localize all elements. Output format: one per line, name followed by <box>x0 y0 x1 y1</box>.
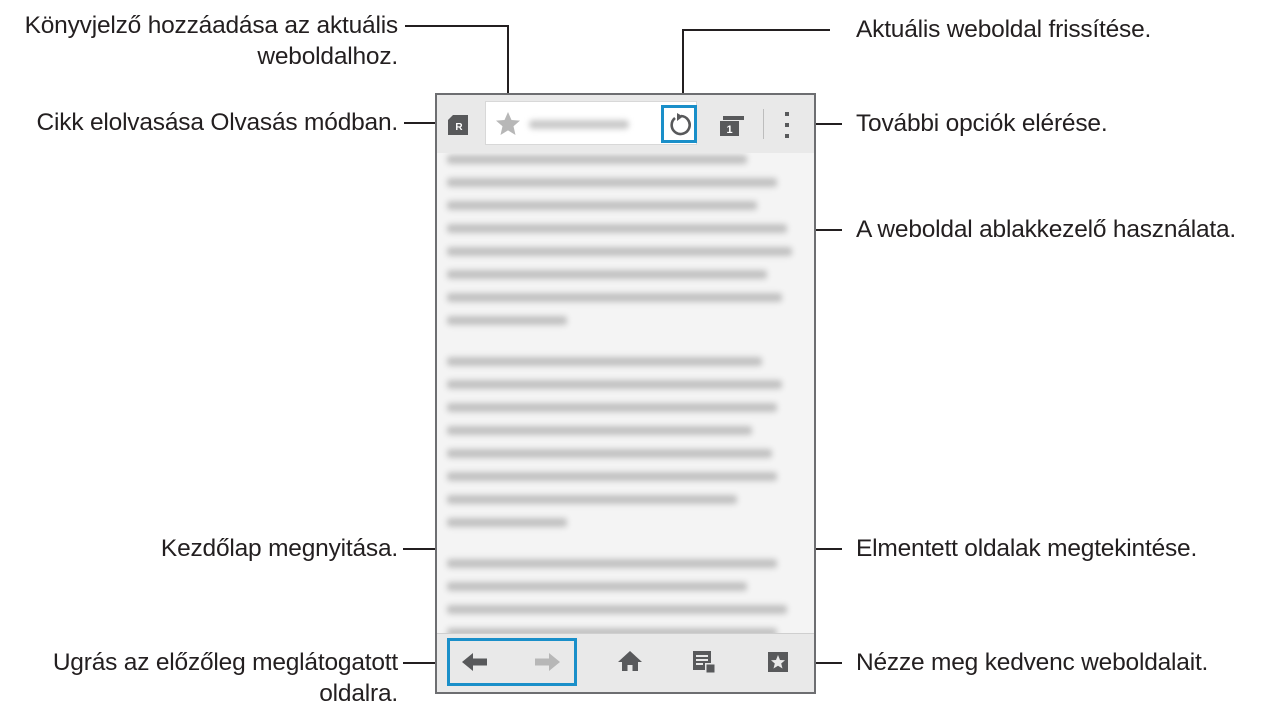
callout-bookmark-add-line1: Könyvjelző hozzáadása az aktuális <box>24 12 399 39</box>
callout-favorites: Nézze meg kedvenc weboldalait. <box>856 647 1208 678</box>
callout-window-manager-text: A weboldal ablakkezelő használata. <box>856 216 1237 243</box>
refresh-button[interactable] <box>661 105 697 143</box>
browser-bottom-bar <box>437 633 814 692</box>
reader-mode-icon[interactable]: R <box>447 114 469 136</box>
webpage-content-blurred <box>437 153 814 634</box>
back-arrow-icon[interactable] <box>462 651 488 673</box>
callout-more-options-text: További opciók elérése. <box>856 110 1108 137</box>
callout-back-line1: Ugrás az előzőleg meglátogatott <box>52 649 398 676</box>
tabs-icon[interactable]: 1 <box>719 115 745 137</box>
callout-refresh-text: Aktuális weboldal frissítése. <box>856 16 1152 43</box>
blurred-article-text <box>447 155 797 634</box>
callout-window-manager: A weboldal ablakkezelő használata. <box>856 214 1236 245</box>
callout-favorites-text: Nézze meg kedvenc weboldalait. <box>856 649 1209 676</box>
bookmarks-icon[interactable] <box>767 651 789 673</box>
more-options-icon[interactable] <box>782 111 792 139</box>
forward-arrow-icon[interactable] <box>534 651 560 673</box>
callout-home: Kezdőlap megnyitása. <box>161 533 398 564</box>
saved-pages-icon[interactable] <box>692 650 716 674</box>
callout-back-line2: oldalra. <box>319 680 398 707</box>
home-icon[interactable] <box>618 650 642 672</box>
callout-saved-pages-text: Elmentett oldalak megtekintése. <box>856 535 1198 562</box>
toolbar-divider <box>763 109 764 139</box>
callout-more-options: További opciók elérése. <box>856 108 1108 139</box>
url-text-blurred <box>529 120 629 129</box>
reader-mode-letter: R <box>455 122 463 133</box>
back-forward-group <box>447 638 577 686</box>
callout-bookmark-add-line2: weboldalhoz. <box>257 43 398 70</box>
star-icon[interactable] <box>495 111 521 137</box>
url-field[interactable] <box>485 101 697 145</box>
browser-screen: R 1 <box>435 93 816 694</box>
callout-reader-mode-text: Cikk elolvasása Olvasás módban. <box>36 109 399 136</box>
refresh-icon <box>668 113 692 137</box>
callout-refresh: Aktuális weboldal frissítése. <box>856 14 1151 45</box>
callout-home-text: Kezdőlap megnyitása. <box>160 535 398 562</box>
tab-count: 1 <box>726 124 732 136</box>
callout-back: Ugrás az előzőleg meglátogatott oldalra. <box>53 647 398 709</box>
callout-reader-mode: Cikk elolvasása Olvasás módban. <box>36 107 399 138</box>
callout-saved-pages: Elmentett oldalak megtekintése. <box>856 533 1197 564</box>
browser-toolbar: R 1 <box>437 95 814 154</box>
callout-bookmark-add: Könyvjelző hozzáadása az aktuális webold… <box>24 10 399 72</box>
line-refresh <box>682 29 830 98</box>
